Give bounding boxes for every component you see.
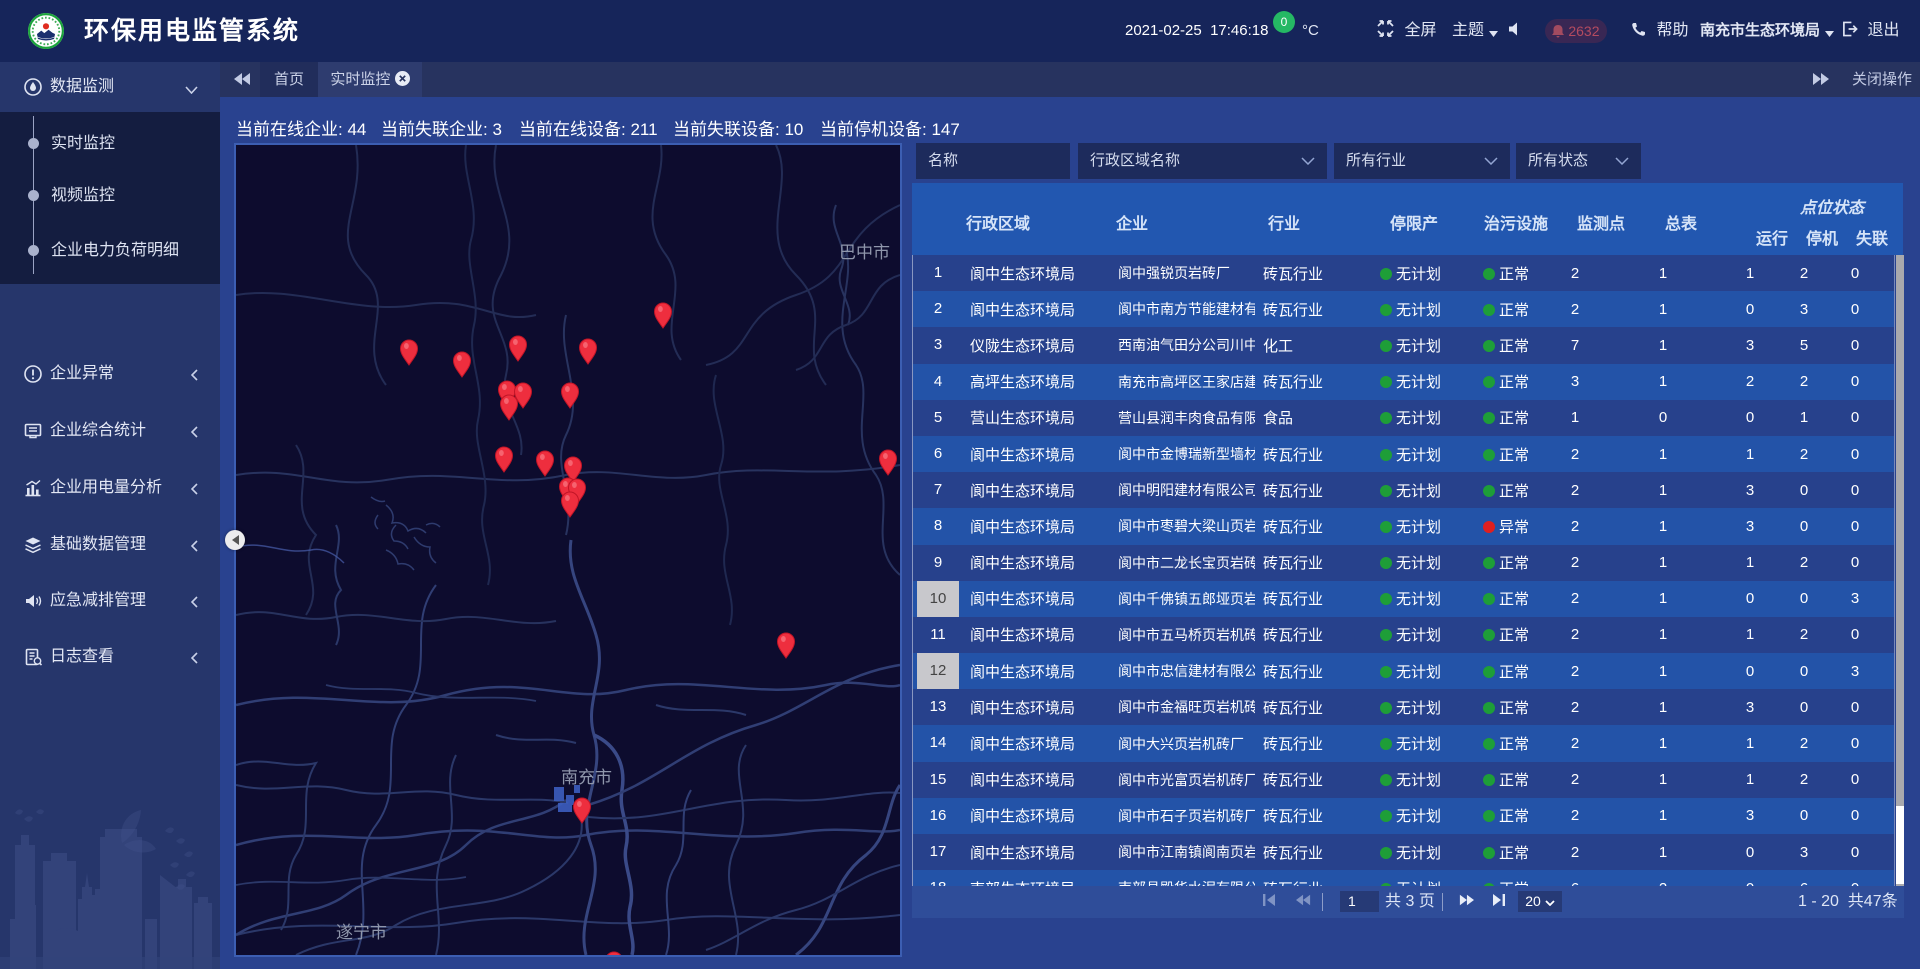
svg-text:南充市: 南充市 [561,768,612,787]
svg-text:巴中市: 巴中市 [839,243,890,262]
svg-text:遂宁市: 遂宁市 [336,923,387,942]
